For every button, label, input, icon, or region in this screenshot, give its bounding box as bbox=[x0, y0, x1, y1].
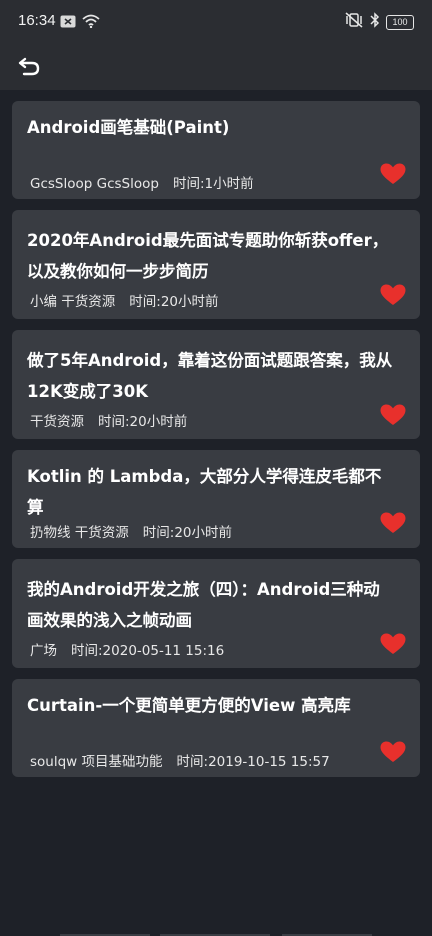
status-left-icons bbox=[60, 13, 100, 32]
favorite-heart-icon[interactable] bbox=[380, 633, 406, 655]
article-card[interactable]: 2020年Android最先面试专题助你斩获offer，以及教你如何一步步简历 … bbox=[12, 210, 420, 319]
article-title: 做了5年Android，靠着这份面试题跟答案，我从12K变成了30K bbox=[27, 351, 393, 401]
article-meta: 扔物线 干货资源 时间:20小时前 bbox=[30, 521, 232, 541]
undo-back-icon[interactable] bbox=[16, 52, 44, 80]
article-meta: GcsSloop GcsSloop 时间:1小时前 bbox=[30, 172, 254, 192]
message-icon bbox=[60, 13, 76, 32]
article-author: 广场 bbox=[30, 643, 57, 659]
article-card[interactable]: 做了5年Android，靠着这份面试题跟答案，我从12K变成了30K 干货资源时… bbox=[12, 330, 420, 439]
article-time: 时间:20小时前 bbox=[129, 294, 219, 310]
article-author: 小编 干货资源 bbox=[30, 294, 116, 310]
article-title: Curtain-一个更简单更方便的View 高亮库 bbox=[27, 696, 351, 715]
favorite-heart-icon[interactable] bbox=[380, 404, 406, 426]
status-right-icons: 100 bbox=[344, 12, 414, 32]
article-author: 干货资源 bbox=[30, 414, 84, 430]
status-bar: 16:34 100 bbox=[0, 0, 432, 42]
article-time: 时间:2019-10-15 15:57 bbox=[176, 754, 330, 770]
battery-icon: 100 bbox=[386, 14, 414, 30]
article-author: soulqw 项目基础功能 bbox=[30, 754, 163, 770]
article-meta: 小编 干货资源 时间:20小时前 bbox=[30, 290, 219, 310]
article-meta: 广场 时间:2020-05-11 15:16 bbox=[30, 639, 224, 659]
article-time: 时间:2020-05-11 15:16 bbox=[71, 643, 225, 659]
article-meta: 干货资源 时间:20小时前 bbox=[30, 410, 187, 430]
article-title: 我的Android开发之旅（四）：Android三种动画效果的浅入之帧动画 bbox=[27, 580, 380, 630]
article-time: 时间:20小时前 bbox=[142, 525, 233, 541]
article-title: Android画笔基础(Paint) bbox=[27, 118, 230, 137]
toolbar bbox=[0, 42, 432, 90]
favorite-heart-icon[interactable] bbox=[380, 284, 406, 306]
article-title: 2020年Android最先面试专题助你斩获offer，以及教你如何一步步简历 bbox=[27, 231, 389, 281]
status-time: 16:34 bbox=[18, 12, 56, 29]
article-time: 时间:20小时前 bbox=[98, 414, 188, 430]
article-card[interactable]: Android画笔基础(Paint) GcsSloop GcsSloop 时间:1… bbox=[12, 101, 420, 199]
favorite-heart-icon[interactable] bbox=[380, 741, 406, 763]
favorite-heart-icon[interactable] bbox=[380, 163, 406, 185]
article-card[interactable]: Kotlin 的 Lambda，大部分人学得连皮毛都不算 扔物线 干货资源 时间:… bbox=[12, 450, 420, 548]
article-card[interactable]: Curtain-一个更简单更方便的View 高亮库 soulqw 项目基础功能时… bbox=[12, 679, 420, 777]
article-author: GcsSloop GcsSloop bbox=[30, 176, 159, 192]
vibrate-icon bbox=[344, 12, 364, 32]
article-card[interactable]: 我的Android开发之旅（四）：Android三种动画效果的浅入之帧动画 广场… bbox=[12, 559, 420, 668]
article-title: Kotlin 的 Lambda，大部分人学得连皮毛都不算 bbox=[27, 467, 382, 517]
article-meta: soulqw 项目基础功能 时间:2019-10-15 15:57 bbox=[30, 750, 330, 770]
wifi-icon bbox=[82, 13, 100, 32]
article-author: 扔物线 干货资源 bbox=[30, 525, 129, 541]
bluetooth-icon bbox=[370, 12, 380, 32]
favorite-heart-icon[interactable] bbox=[380, 512, 406, 534]
article-time: 时间:1小时前 bbox=[172, 176, 254, 192]
